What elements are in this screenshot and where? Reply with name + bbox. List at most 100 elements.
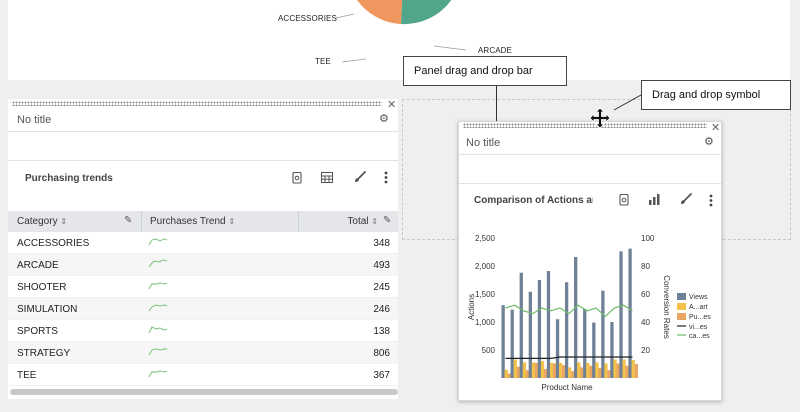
bar-views[interactable]: [510, 309, 514, 378]
bar-views[interactable]: [628, 248, 632, 378]
bar-a-art[interactable]: [568, 367, 572, 378]
table-row[interactable]: SPORTS 138: [8, 320, 398, 342]
y2-tick-label: 100: [641, 234, 655, 243]
y-tick-label: 1,000: [475, 318, 496, 327]
gear-icon[interactable]: ⚙: [379, 112, 389, 125]
table-row[interactable]: ARCADE 493: [8, 254, 398, 276]
paintbrush-icon[interactable]: [680, 193, 692, 205]
column-header-total[interactable]: Total ⇕: [308, 211, 378, 232]
bar-pu-es[interactable]: [616, 363, 620, 378]
pencil-icon[interactable]: ✎: [124, 215, 132, 226]
table-row[interactable]: ACCESSORIES 348: [8, 232, 398, 254]
panel-drag-bar[interactable]: [463, 123, 707, 128]
bar-views[interactable]: [601, 290, 605, 378]
legend-label[interactable]: vi...es: [689, 324, 708, 331]
bar-a-art[interactable]: [504, 369, 508, 378]
sort-icon[interactable]: ⇕: [371, 217, 378, 226]
bar-pu-es[interactable]: [634, 364, 638, 378]
sort-icon[interactable]: ⇕: [228, 217, 235, 226]
cell-category: SHOOTER: [17, 282, 67, 293]
bar-a-art[interactable]: [613, 359, 617, 378]
pie-label-arcade: ARCADE: [478, 46, 512, 55]
export-icon[interactable]: [292, 172, 302, 184]
bar-pu-es[interactable]: [571, 371, 575, 378]
close-icon[interactable]: ✕: [387, 100, 396, 111]
legend-label[interactable]: Views: [689, 294, 708, 301]
pencil-icon[interactable]: ✎: [383, 215, 391, 226]
close-icon[interactable]: ✕: [711, 123, 720, 134]
table-row[interactable]: SHOOTER 245: [8, 276, 398, 298]
bar-views[interactable]: [574, 257, 578, 378]
bar-a-art[interactable]: [513, 359, 517, 378]
bar-a-art[interactable]: [540, 361, 545, 378]
callout-leader-line: [496, 86, 497, 124]
horizontal-scrollbar[interactable]: [10, 389, 398, 395]
bar-a-art[interactable]: [631, 360, 635, 378]
move-icon[interactable]: [589, 107, 611, 129]
cell-total: 806: [373, 348, 390, 359]
bar-pu-es[interactable]: [607, 370, 611, 378]
line-ca-es[interactable]: [505, 304, 633, 318]
bar-pu-es[interactable]: [562, 365, 566, 378]
pie-label-accessories: ACCESSORIES: [278, 14, 337, 23]
pie-slice-tee[interactable]: [357, 0, 404, 24]
bar-a-art[interactable]: [549, 362, 554, 378]
bar-views[interactable]: [564, 282, 569, 378]
bar-a-art[interactable]: [531, 362, 536, 378]
bar-a-art[interactable]: [586, 362, 590, 378]
table-row[interactable]: STRATEGY 806: [8, 342, 398, 364]
bar-a-art[interactable]: [604, 363, 608, 378]
table-row[interactable]: SIMULATION 246: [8, 298, 398, 320]
bar-a-art[interactable]: [595, 362, 599, 378]
bar-views[interactable]: [619, 251, 623, 378]
more-options-icon[interactable]: [384, 171, 388, 184]
divider: [459, 183, 721, 184]
bar-pu-es[interactable]: [516, 366, 521, 378]
bar-pu-es[interactable]: [589, 365, 593, 378]
cell-category: ARCADE: [17, 260, 59, 271]
column-header-purchases-trend[interactable]: Purchases Trend ⇕: [150, 211, 290, 232]
callout-drag-bar: Panel drag and drop bar: [403, 56, 567, 86]
combo-chart: 2,500 2,000 1,500 1,000 500 Actions 100 …: [467, 234, 711, 392]
bar-pu-es[interactable]: [625, 365, 629, 378]
legend-label[interactable]: A...art: [689, 304, 708, 311]
bar-pu-es[interactable]: [525, 370, 530, 378]
bar-pu-es[interactable]: [543, 369, 548, 378]
bar-views[interactable]: [528, 291, 532, 378]
callout-drag-symbol: Drag and drop symbol: [641, 80, 791, 110]
pie-label-tee: TEE: [315, 57, 331, 66]
bar-views[interactable]: [610, 322, 614, 378]
bar-views[interactable]: [546, 271, 551, 378]
bar-views[interactable]: [592, 322, 596, 378]
column-header-category[interactable]: Category ⇕: [17, 211, 137, 232]
bar-views[interactable]: [519, 272, 523, 378]
bar-a-art[interactable]: [577, 362, 581, 378]
bar-a-art[interactable]: [559, 362, 563, 378]
sort-icon[interactable]: ⇕: [60, 217, 67, 226]
bar-chart-icon[interactable]: [649, 194, 660, 205]
bar-views[interactable]: [537, 280, 542, 378]
more-options-icon[interactable]: [709, 194, 713, 207]
panel-drag-bar[interactable]: [12, 101, 382, 106]
panel-title[interactable]: No title: [17, 114, 51, 126]
table-icon[interactable]: [321, 172, 333, 183]
bar-pu-es[interactable]: [580, 367, 584, 378]
legend-label[interactable]: ca...es: [689, 333, 710, 340]
export-icon[interactable]: [619, 194, 629, 206]
legend-label[interactable]: Pu...es: [689, 314, 711, 321]
paintbrush-icon[interactable]: [354, 171, 366, 183]
bar-views[interactable]: [583, 309, 587, 378]
bar-views[interactable]: [555, 319, 560, 378]
bar-pu-es[interactable]: [598, 367, 602, 378]
bar-a-art[interactable]: [522, 362, 527, 378]
gear-icon[interactable]: ⚙: [704, 135, 714, 148]
table-row[interactable]: TEE 367: [8, 364, 398, 386]
bar-pu-es[interactable]: [534, 362, 539, 378]
panel-title[interactable]: No title: [466, 137, 500, 149]
cell-category: SPORTS: [17, 326, 58, 337]
bar-pu-es[interactable]: [553, 363, 557, 378]
bar-a-art[interactable]: [622, 359, 626, 378]
bar-pu-es[interactable]: [507, 373, 511, 378]
bar-views[interactable]: [501, 305, 505, 378]
pie-slice-arcade[interactable]: [401, 0, 452, 25]
